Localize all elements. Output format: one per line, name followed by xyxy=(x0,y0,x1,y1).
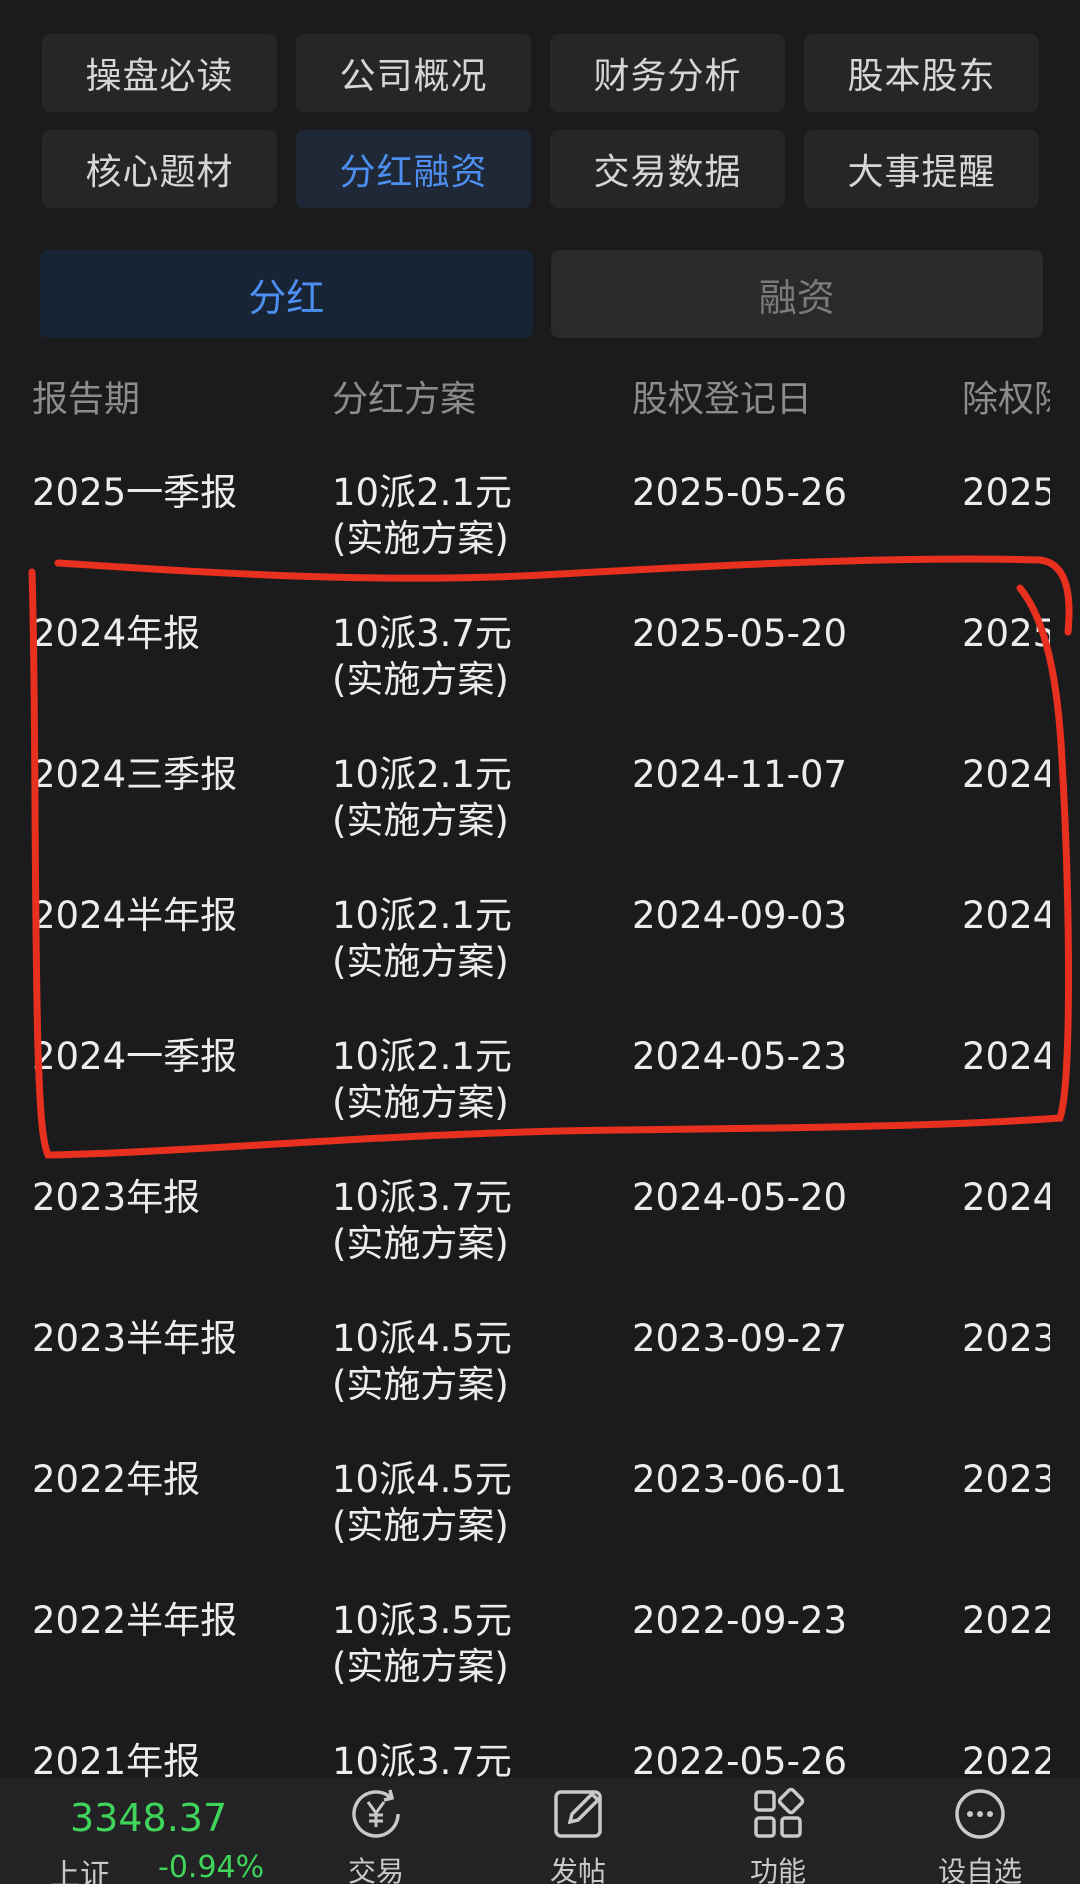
cell-record-date: 2024-05-23 xyxy=(632,1035,848,1078)
plan-note: (实施方案) xyxy=(332,658,509,701)
cell-ex-date: 2024 xyxy=(962,1035,1057,1078)
cell-ex-date: 2024 xyxy=(962,753,1057,796)
cell-ex-date: 2025 xyxy=(962,471,1057,514)
grid-icon xyxy=(754,1787,805,1838)
table-edge-mask xyxy=(1050,370,1080,1780)
table-row[interactable]: 2022年报 10派4.5元 (实施方案) 2023-06-01 2023 xyxy=(0,1449,1080,1590)
plan-text: 10派4.5元 xyxy=(332,1458,512,1501)
tab-dividend[interactable]: 分红 xyxy=(40,250,533,338)
cell-record-date: 2024-11-07 xyxy=(632,753,848,796)
header-period[interactable]: 报告期 xyxy=(32,370,140,422)
nav-post[interactable]: 发帖 xyxy=(518,1784,638,1884)
cell-ex-date: 2022 xyxy=(962,1599,1057,1642)
cell-plan: 10派2.1元 (实施方案) xyxy=(332,893,512,985)
cell-plan: 10派4.5元 (实施方案) xyxy=(332,1316,512,1408)
menu-item-finance[interactable]: 财务分析 xyxy=(550,34,785,112)
header-plan[interactable]: 分红方案 xyxy=(332,370,476,422)
cell-plan: 10派3.7元 (实施方案) xyxy=(332,611,512,703)
cell-record-date: 2024-05-20 xyxy=(632,1176,848,1219)
edit-icon xyxy=(554,1790,602,1838)
cell-period: 2024半年报 xyxy=(32,894,238,937)
plan-text: 10派2.1元 xyxy=(332,894,512,937)
cell-period: 2022半年报 xyxy=(32,1599,238,1642)
plan-note: (实施方案) xyxy=(332,940,509,983)
cell-ex-date: 2025 xyxy=(962,612,1057,655)
table-row[interactable]: 2022半年报 10派3.5元 (实施方案) 2022-09-23 2022 xyxy=(0,1590,1080,1731)
table-row[interactable]: 2023半年报 10派4.5元 (实施方案) 2023-09-27 2023 xyxy=(0,1308,1080,1449)
cell-ex-date: 2023 xyxy=(962,1458,1057,1501)
plan-note: (实施方案) xyxy=(332,1081,509,1124)
plan-note: (实施方案) xyxy=(332,517,509,560)
index-change: -0.94% xyxy=(158,1850,265,1884)
plan-text: 10派4.5元 xyxy=(332,1317,512,1360)
table-row[interactable]: 2025一季报 10派2.1元 (实施方案) 2025-05-26 2025 xyxy=(0,462,1080,603)
cell-period: 2024一季报 xyxy=(32,1035,238,1078)
menu-item-company[interactable]: 公司概况 xyxy=(296,34,531,112)
table-row[interactable]: 2024年报 10派3.7元 (实施方案) 2025-05-20 2025 xyxy=(0,603,1080,744)
plan-note: (实施方案) xyxy=(332,799,509,842)
table-row[interactable]: 2024一季报 10派2.1元 (实施方案) 2024-05-23 2024 xyxy=(0,1026,1080,1167)
plan-text: 10派2.1元 xyxy=(332,753,512,796)
cell-record-date: 2023-09-27 xyxy=(632,1317,848,1360)
subtab-bar: 分红 融资 xyxy=(40,250,1043,338)
plan-text: 10派2.1元 xyxy=(332,471,512,514)
nav-functions-label: 功能 xyxy=(749,1855,806,1884)
cell-plan: 10派2.1元 (实施方案) xyxy=(332,752,512,844)
cell-plan: 10派2.1元 (实施方案) xyxy=(332,470,512,562)
plan-note: (实施方案) xyxy=(332,1504,509,1547)
cell-period: 2023半年报 xyxy=(32,1317,238,1360)
yen-circle-icon xyxy=(352,1789,400,1838)
cell-period: 2024三季报 xyxy=(32,753,238,796)
nav-trade-label: 交易 xyxy=(347,1855,404,1884)
nav-add-watchlist[interactable]: 设自选 xyxy=(920,1784,1040,1884)
more-icon xyxy=(955,1789,1005,1839)
table-row[interactable]: 2023年报 10派3.7元 (实施方案) 2024-05-20 2024 xyxy=(0,1167,1080,1308)
bottom-bar: 3348.37 上证 -0.94% 交易 发帖 功能 设自选 xyxy=(0,1778,1080,1884)
table-row[interactable]: 2024半年报 10派2.1元 (实施方案) 2024-09-03 2024 xyxy=(0,885,1080,1026)
plan-text: 10派3.7元 xyxy=(332,612,512,655)
cell-ex-date: 2024 xyxy=(962,894,1057,937)
dividend-table: 2025一季报 10派2.1元 (实施方案) 2025-05-26 2025 20… xyxy=(0,462,1080,1872)
menu-item-caopan[interactable]: 操盘必读 xyxy=(42,34,277,112)
plan-text: 10派3.7元 xyxy=(332,1176,512,1219)
nav-trade[interactable]: 交易 xyxy=(316,1784,436,1884)
cell-plan: 10派2.1元 (实施方案) xyxy=(332,1034,512,1126)
cell-period: 2024年报 xyxy=(32,612,201,655)
f10-menu: 操盘必读 公司概况 财务分析 股本股东 核心题材 分红融资 交易数据 大事提醒 xyxy=(42,34,1040,208)
nav-add-watchlist-label: 设自选 xyxy=(937,1855,1022,1884)
cell-plan: 10派3.5元 (实施方案) xyxy=(332,1598,512,1690)
table-header: 报告期 分红方案 股权登记日 除权除息日 xyxy=(0,370,1080,430)
plan-text: 10派2.1元 xyxy=(332,1035,512,1078)
tab-financing[interactable]: 融资 xyxy=(550,250,1043,338)
plan-text: 10派3.5元 xyxy=(332,1599,512,1642)
cell-record-date: 2023-06-01 xyxy=(632,1458,848,1501)
nav-post-label: 发帖 xyxy=(549,1855,606,1884)
menu-item-themes[interactable]: 核心题材 xyxy=(42,130,277,208)
cell-ex-date: 2024 xyxy=(962,1176,1057,1219)
plan-note: (实施方案) xyxy=(332,1645,509,1688)
cell-period: 2025一季报 xyxy=(32,471,238,514)
cell-period: 2023年报 xyxy=(32,1176,201,1219)
nav-functions[interactable]: 功能 xyxy=(718,1784,838,1884)
header-record-date[interactable]: 股权登记日 xyxy=(632,370,812,422)
cell-plan: 10派3.7元 (实施方案) xyxy=(332,1175,512,1267)
plan-note: (实施方案) xyxy=(332,1222,509,1265)
cell-plan: 10派4.5元 (实施方案) xyxy=(332,1457,512,1549)
index-value: 3348.37 xyxy=(70,1796,228,1840)
plan-note: (实施方案) xyxy=(332,1363,509,1406)
cell-record-date: 2025-05-20 xyxy=(632,612,848,655)
menu-item-events[interactable]: 大事提醒 xyxy=(804,130,1039,208)
table-row[interactable]: 2024三季报 10派2.1元 (实施方案) 2024-11-07 2024 xyxy=(0,744,1080,885)
cell-ex-date: 2023 xyxy=(962,1317,1057,1360)
menu-item-shares[interactable]: 股本股东 xyxy=(804,34,1039,112)
cell-record-date: 2024-09-03 xyxy=(632,894,848,937)
cell-record-date: 2025-05-26 xyxy=(632,471,848,514)
cell-period: 2022年报 xyxy=(32,1458,201,1501)
cell-record-date: 2022-09-23 xyxy=(632,1599,848,1642)
app-screen: 操盘必读 公司概况 财务分析 股本股东 核心题材 分红融资 交易数据 大事提醒 … xyxy=(0,0,1080,1884)
menu-item-trading-data[interactable]: 交易数据 xyxy=(550,130,785,208)
menu-item-dividend-financing[interactable]: 分红融资 xyxy=(296,130,531,208)
index-name: 上证 xyxy=(50,1858,110,1884)
